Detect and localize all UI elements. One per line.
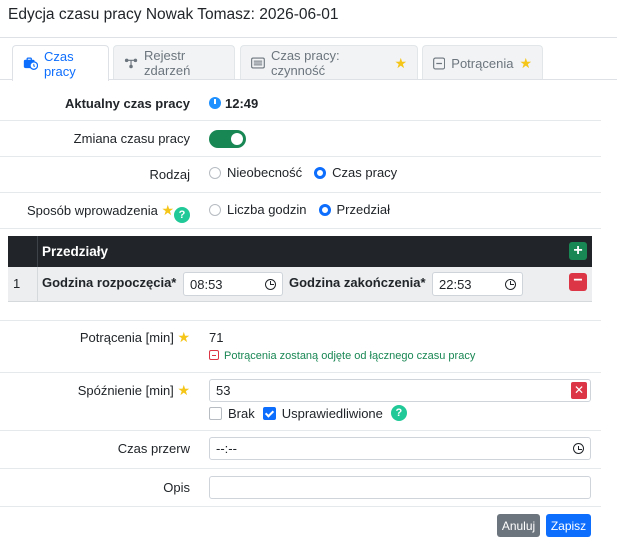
checkbox-label: Brak: [228, 405, 255, 421]
end-time-label: Godzina zakończenia*: [289, 275, 426, 290]
row-separator: [37, 267, 38, 302]
radio-label: Nieobecność: [227, 165, 303, 180]
star-icon: ★: [394, 55, 407, 71]
deductions-value: 71: [209, 330, 224, 345]
deductions-note: Potrącenia zostaną odjęte od łącznego cz…: [209, 350, 475, 362]
radio-button[interactable]: [209, 166, 221, 179]
clock-icon: [505, 278, 516, 290]
radio-label: Przedział: [336, 202, 390, 217]
input-method-text: Sposób wprowadzenia: [27, 203, 158, 218]
row-divider: [0, 192, 601, 193]
row-divider: [0, 120, 601, 121]
lateness-value: 53: [216, 383, 231, 398]
row-divider: [0, 228, 601, 229]
clock-icon: [209, 97, 221, 109]
save-button[interactable]: Zapisz: [546, 514, 591, 537]
radio-czas-pracy[interactable]: Czas pracy: [314, 165, 397, 180]
lateness-text: Spóźnienie [min]: [77, 383, 174, 398]
briefcase-clock-icon: [23, 57, 38, 70]
end-time-value: 22:53: [439, 276, 472, 292]
star-icon: ★: [519, 55, 532, 71]
minus-square-icon: [433, 56, 446, 70]
end-time-input[interactable]: 22:53: [432, 272, 523, 296]
title-divider: [0, 37, 617, 38]
lateness-checkboxes: Brak Usprawiedliwione ?: [209, 405, 407, 421]
clock-icon: [573, 443, 584, 454]
row-divider: [0, 372, 601, 373]
checkbox[interactable]: [262, 406, 276, 420]
input-method-radio-group: Liczba godzin Przedział: [209, 202, 402, 217]
row-index: 1: [13, 276, 21, 291]
row-divider: [0, 468, 601, 469]
star-icon: ★: [177, 382, 190, 398]
start-time-input[interactable]: 08:53: [183, 272, 283, 296]
row-divider: [0, 430, 601, 431]
network-icon: [124, 58, 138, 69]
description-input[interactable]: [209, 476, 591, 499]
help-icon[interactable]: ?: [174, 207, 190, 223]
checkbox-usprawiedliwione[interactable]: Usprawiedliwione: [262, 405, 383, 421]
tab-bar: Czas pracy Rejestr zdarzeń Czas pracy: c…: [12, 45, 617, 81]
radio-liczba-godzin[interactable]: Liczba godzin: [209, 202, 307, 217]
row-divider: [0, 320, 601, 321]
intervals-table: Przedziały + 1 Godzina rozpoczęcia* 08:5…: [8, 236, 592, 302]
deductions-text: Potrącenia [min]: [79, 330, 174, 345]
lateness-label: Spóźnienie [min] ★: [78, 383, 190, 398]
start-time-label: Godzina rozpoczęcia*: [42, 275, 177, 290]
deductions-note-text: Potrącenia zostaną odjęte od łącznego cz…: [224, 350, 476, 362]
tab-label: Czas pracy: czynność: [270, 48, 340, 78]
break-time-input[interactable]: --:--: [209, 437, 591, 460]
break-time-label: Czas przerw: [117, 441, 190, 456]
cancel-button[interactable]: Anuluj: [497, 514, 540, 537]
current-time-text: 12:49: [225, 96, 259, 111]
tab-label: Czas pracy: [43, 48, 76, 79]
minus-square-icon: [209, 350, 219, 360]
description-label: Opis: [163, 480, 190, 495]
lateness-input[interactable]: 53 ✕: [209, 379, 591, 402]
clear-lateness-button[interactable]: ✕: [571, 382, 587, 399]
type-label: Rodzaj: [149, 167, 190, 182]
add-interval-button[interactable]: +: [569, 242, 587, 260]
radio-nieobecnosc[interactable]: Nieobecność: [209, 165, 302, 180]
list-icon: [251, 57, 265, 69]
checkbox-label: Usprawiedliwione: [281, 405, 383, 421]
intervals-header: Przedziały +: [8, 236, 592, 267]
current-time-value: 12:49: [209, 96, 258, 111]
radio-button[interactable]: [209, 203, 221, 216]
current-time-label: Aktualny czas pracy: [64, 96, 190, 111]
star-icon: ★: [161, 202, 174, 218]
clock-icon: [265, 278, 276, 290]
window-title: Edycja czasu pracy Nowak Tomasz: 2026-06…: [8, 6, 339, 23]
checkbox[interactable]: [209, 406, 222, 420]
help-icon[interactable]: ?: [390, 405, 407, 421]
checkbox-brak[interactable]: Brak: [209, 405, 255, 421]
radio-label: Czas pracy: [332, 165, 398, 180]
tab-czas-pracy-czynnosc[interactable]: Czas pracy: czynność ★: [240, 45, 418, 80]
radio-button[interactable]: [314, 166, 327, 179]
star-icon: ★: [177, 329, 190, 345]
header-separator: [37, 236, 38, 267]
radio-przedzial[interactable]: Przedział: [318, 202, 390, 217]
radio-label: Liczba godzin: [227, 202, 307, 217]
tab-label: Rejestr zdarzeń: [144, 48, 191, 78]
type-radio-group: Nieobecność Czas pracy: [209, 165, 409, 180]
row-divider: [0, 156, 601, 157]
break-time-value: --:--: [216, 441, 237, 456]
tab-potracenia[interactable]: Potrącenia ★: [422, 45, 543, 80]
table-row: 1 Godzina rozpoczęcia* 08:53 Godzina zak…: [8, 267, 592, 302]
change-time-switch[interactable]: [209, 130, 246, 148]
intervals-title: Przedziały: [42, 244, 109, 259]
radio-button[interactable]: [318, 203, 331, 216]
change-time-label: Zmiana czasu pracy: [73, 131, 190, 146]
deductions-label: Potrącenia [min] ★: [80, 330, 190, 345]
tab-rejestr-zdarzen[interactable]: Rejestr zdarzeń: [113, 45, 235, 80]
input-method-label: Sposób wprowadzenia ★?: [27, 203, 190, 223]
start-time-value: 08:53: [190, 276, 223, 292]
tab-czas-pracy[interactable]: Czas pracy: [12, 45, 109, 81]
remove-interval-button[interactable]: −: [569, 273, 587, 291]
row-divider: [0, 506, 601, 507]
tab-label: Potrącenia: [451, 55, 514, 71]
